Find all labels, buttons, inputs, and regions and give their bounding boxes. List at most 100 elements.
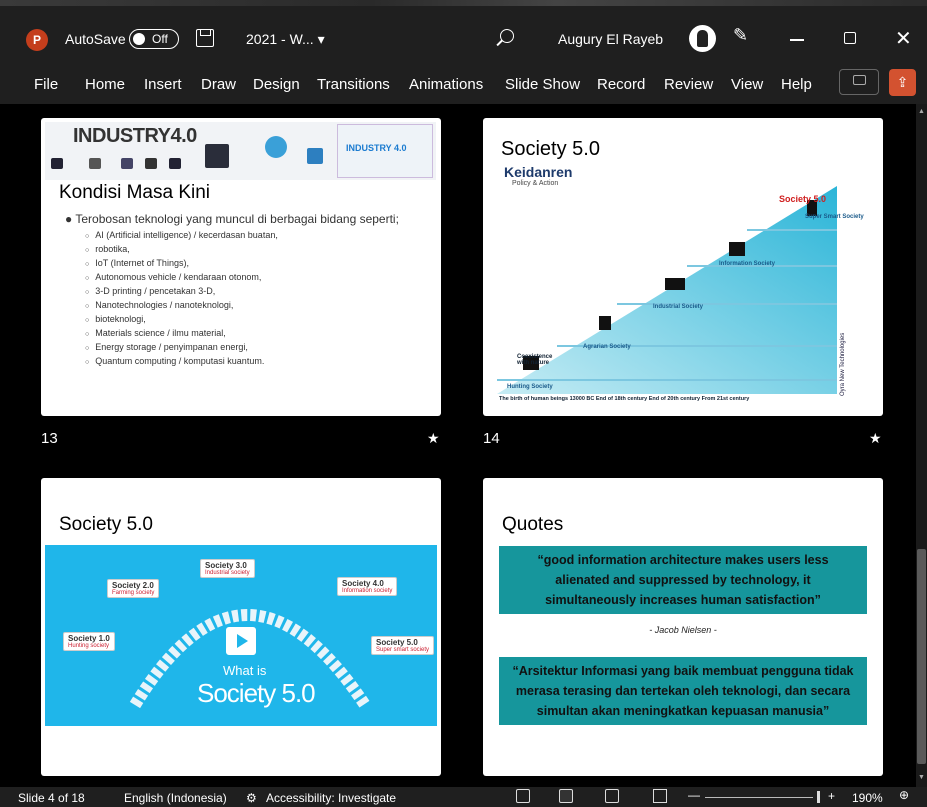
- robot-icon: [205, 144, 229, 168]
- iot-icon: [145, 158, 157, 169]
- badge-subtitle: Hunting society: [68, 643, 110, 649]
- share-button[interactable]: ⇪: [889, 69, 916, 96]
- slide-13-body: ● Terobosan teknologi yang muncul di ber…: [65, 212, 425, 369]
- autosave-toggle[interactable]: Off: [129, 29, 179, 49]
- title-bar-strip: [0, 0, 927, 6]
- badge-subtitle: Industrial society: [205, 570, 250, 576]
- zoom-slider[interactable]: [705, 797, 813, 798]
- document-title-dropdown[interactable]: 2021 - W... ▾: [246, 31, 325, 48]
- title-bar: P AutoSave Off 2021 - W... ▾ Augury El R…: [0, 0, 927, 68]
- list-item: Energy storage / penyimpanan energi,: [85, 341, 425, 355]
- designer-pen-icon[interactable]: ✎: [733, 25, 748, 46]
- zoom-slider-thumb[interactable]: [817, 791, 820, 803]
- autosave-label: AutoSave: [65, 31, 126, 47]
- slide-thumbnail-13[interactable]: INDUSTRY4.0 INDUSTRY 4.0 Kondisi Masa Ki…: [41, 118, 441, 416]
- save-icon[interactable]: [196, 29, 214, 47]
- list-item: Materials science / ilmu material,: [85, 327, 425, 341]
- society-5-badge: Society 5.0 Super smart society: [371, 636, 435, 655]
- society-video[interactable]: Society 1.0 Hunting society Society 2.0 Fa…: [45, 545, 437, 726]
- slide-16-title: Quotes: [502, 514, 564, 535]
- toggle-state-label: Off: [152, 32, 168, 46]
- play-video-icon[interactable]: [226, 627, 256, 655]
- slide-number-13: 13: [41, 430, 58, 447]
- scroll-down-arrow-icon[interactable]: ▼: [918, 774, 925, 781]
- close-button[interactable]: ✕: [895, 26, 912, 51]
- accessibility-status[interactable]: Accessibility: Investigate: [266, 791, 396, 805]
- slide-sorter: INDUSTRY4.0 INDUSTRY 4.0 Kondisi Masa Ki…: [0, 104, 916, 787]
- badge-title: Society 4.0: [342, 579, 384, 588]
- vertical-scrollbar[interactable]: ▲ ▼: [916, 104, 927, 787]
- language-indicator[interactable]: English (Indonesia): [124, 791, 227, 805]
- society-4-badge: Society 4.0 Information society: [337, 577, 398, 596]
- zoom-level[interactable]: 190%: [852, 791, 883, 805]
- society-3-badge: Society 3.0 Industrial society: [200, 559, 255, 578]
- tab-review[interactable]: Review: [664, 76, 713, 93]
- minimize-button[interactable]: [790, 39, 804, 41]
- comment-icon: [853, 75, 866, 85]
- tab-animations[interactable]: Animations: [409, 76, 483, 93]
- slide-thumbnail-14[interactable]: Society 5.0 Keidanren Policy & Action So…: [483, 118, 883, 416]
- share-icon: ⇪: [896, 74, 909, 90]
- search-icon[interactable]: [500, 29, 514, 43]
- list-item: bioteknologi,: [85, 313, 425, 327]
- comments-button[interactable]: [839, 69, 879, 95]
- tab-draw[interactable]: Draw: [201, 76, 236, 93]
- user-name[interactable]: Augury El Rayeb: [558, 31, 663, 47]
- fit-to-window-icon[interactable]: ⊕: [899, 788, 909, 802]
- tab-design[interactable]: Design: [253, 76, 300, 93]
- powerpoint-logo-icon: P: [26, 29, 48, 51]
- list-item: 3-D printing / pencetakan 3-D,: [85, 285, 425, 299]
- slide-14-title: Society 5.0: [501, 138, 600, 160]
- badge-title: Society 1.0: [68, 634, 110, 643]
- timeline-axis: The birth of human beings 13000 BC End o…: [499, 396, 750, 402]
- slide-13-title: Kondisi Masa Kini: [59, 182, 211, 203]
- tab-view[interactable]: View: [731, 76, 763, 93]
- banner-title: INDUSTRY4.0: [73, 125, 197, 147]
- information-society-label: Information Society: [719, 261, 776, 267]
- scroll-up-arrow-icon[interactable]: ▲: [918, 108, 925, 115]
- tab-file[interactable]: File: [34, 76, 58, 93]
- tab-transitions[interactable]: Transitions: [317, 76, 390, 93]
- badge-subtitle: Super smart society: [376, 647, 430, 653]
- tab-help[interactable]: Help: [781, 76, 812, 93]
- list-item: IoT (Internet of Things),: [85, 257, 425, 271]
- slideshow-view-icon[interactable]: [653, 789, 667, 803]
- slide-thumbnail-16[interactable]: Quotes “good information architecture ma…: [483, 478, 883, 776]
- cloud-icon: [121, 158, 133, 169]
- bullet-main-text: Terobosan teknologi yang muncul di berba…: [75, 212, 399, 226]
- maximize-button[interactable]: [844, 32, 856, 44]
- bullet-main: ● Terobosan teknologi yang muncul di ber…: [65, 212, 399, 226]
- zoom-out-icon[interactable]: —: [688, 788, 700, 802]
- badge-title: Society 5.0: [376, 638, 418, 647]
- hunting-society-label: Hunting Society: [507, 384, 553, 390]
- slide-15-title: Society 5.0: [59, 514, 153, 535]
- industry-4-badge: INDUSTRY 4.0: [337, 124, 433, 178]
- zoom-in-icon[interactable]: +: [828, 789, 835, 803]
- gear-icon: [265, 136, 287, 158]
- coexistence-label: Coexistence with nature: [517, 354, 553, 366]
- quote-box-english: “good information architecture makes use…: [499, 546, 867, 614]
- society-5-big-title: Society 5.0: [197, 678, 316, 708]
- slide-sorter-view-icon[interactable]: [559, 789, 573, 803]
- tab-insert[interactable]: Insert: [144, 76, 182, 93]
- transition-star-icon: ★: [869, 430, 882, 446]
- cloud-computing-icon: [307, 148, 323, 164]
- data-icon: [169, 158, 181, 169]
- tab-slide-show[interactable]: Slide Show: [505, 76, 580, 93]
- transition-star-icon: ★: [427, 430, 440, 446]
- what-is-label: What is: [223, 663, 267, 678]
- toggle-knob: [133, 33, 145, 45]
- slide-number-14: 14: [483, 430, 500, 447]
- scroll-thumb[interactable]: [917, 549, 926, 764]
- avatar[interactable]: [689, 25, 716, 52]
- tab-record[interactable]: Record: [597, 76, 645, 93]
- reading-view-icon[interactable]: [605, 789, 619, 803]
- normal-view-icon[interactable]: [516, 789, 530, 803]
- list-item: Autonomous vehicle / kendaraan otonom,: [85, 271, 425, 285]
- tab-home[interactable]: Home: [85, 76, 125, 93]
- status-bar: Slide 4 of 18 English (Indonesia) ⚙ Acce…: [0, 787, 927, 807]
- slide-thumbnail-15[interactable]: Society 5.0 Society 1.0 Hunting society S…: [41, 478, 441, 776]
- society-5-label: Society 5.0: [779, 194, 827, 204]
- list-item: Quantum computing / komputasi kuantum.: [85, 355, 425, 369]
- industry-4-label: INDUSTRY 4.0: [346, 143, 407, 153]
